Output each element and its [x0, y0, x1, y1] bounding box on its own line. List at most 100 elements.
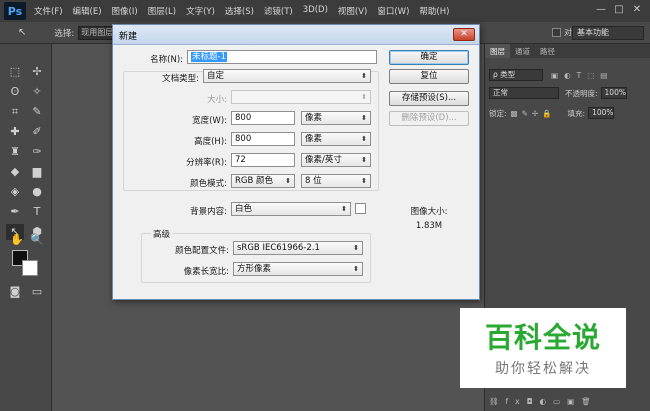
name-value: 未标题-1: [191, 52, 227, 62]
lock-row: 锁定: ▩✎✢🔒 填充: 100%: [489, 106, 615, 120]
layer-footer-icons[interactable]: ⛓fx◘◐▭▣🗑: [489, 394, 598, 408]
menu-edit[interactable]: 编辑(E): [73, 5, 102, 17]
window-controls: — □ ✕: [592, 3, 646, 17]
chevron-down-icon: ⬍: [361, 93, 367, 101]
healing-tool-icon[interactable]: ✚: [6, 124, 24, 140]
width-label: 宽度(W):: [192, 116, 227, 126]
height-label: 高度(H):: [194, 137, 227, 147]
menu-3d[interactable]: 3D(D): [303, 5, 328, 17]
height-input[interactable]: 800: [231, 132, 295, 146]
gradient-tool-icon[interactable]: ▆: [28, 164, 46, 180]
menu-help[interactable]: 帮助(H): [419, 5, 449, 17]
dodge-tool-icon[interactable]: ●: [28, 184, 46, 200]
color-mode-dropdown[interactable]: RGB 颜色 ⬍: [231, 174, 295, 188]
panel-tabs: 图层 通道 路径: [485, 44, 650, 58]
ok-button[interactable]: 确定: [389, 50, 469, 65]
background-color-swatch[interactable]: [22, 260, 38, 276]
close-app-button[interactable]: ✕: [628, 3, 646, 17]
chevron-down-icon: ⬍: [361, 156, 367, 164]
width-unit-dropdown[interactable]: 像素 ⬍: [301, 111, 371, 125]
menu-filter[interactable]: 滤镜(T): [264, 5, 293, 17]
menu-select[interactable]: 选择(S): [225, 5, 254, 17]
advanced-title: 高级: [151, 228, 173, 240]
pixel-aspect-label: 像素长宽比:: [183, 267, 229, 277]
height-unit-value: 像素: [305, 134, 323, 144]
blend-row: 正常 不透明度: 100%: [489, 86, 627, 100]
photoshop-logo: Ps: [4, 2, 26, 20]
move-arrow-tool-icon[interactable]: ✢: [28, 64, 46, 80]
zoom-tool-icon[interactable]: 🔍: [28, 232, 46, 248]
preset-dropdown[interactable]: 自定 ⬍: [203, 69, 371, 83]
tab-layers[interactable]: 图层: [485, 44, 510, 58]
blur-tool-icon[interactable]: ◈: [6, 184, 24, 200]
resolution-unit-dropdown[interactable]: 像素/英寸 ⬍: [301, 153, 371, 167]
resolution-label: 分辨率(R):: [186, 158, 227, 168]
tab-paths[interactable]: 路径: [535, 44, 560, 58]
screen-mode-icon[interactable]: ▭: [28, 284, 46, 300]
height-unit-dropdown[interactable]: 像素 ⬍: [301, 132, 371, 146]
background-color-preview[interactable]: [355, 203, 366, 214]
lasso-tool-icon[interactable]: ʘ: [6, 84, 24, 100]
chevron-down-icon: ⬍: [361, 72, 367, 80]
reset-button[interactable]: 复位: [389, 69, 469, 84]
menu-layer[interactable]: 图层(L): [148, 5, 176, 17]
dialog-close-button[interactable]: ✕: [453, 28, 475, 41]
width-input[interactable]: 800: [231, 111, 295, 125]
move-tool-icon[interactable]: ↖: [18, 27, 26, 38]
menu-view[interactable]: 视图(V): [338, 5, 367, 17]
chevron-down-icon: ⬍: [361, 114, 367, 122]
color-profile-dropdown[interactable]: sRGB IEC61966-2.1 ⬍: [233, 241, 363, 255]
marquee-tool-icon[interactable]: ⬚: [6, 64, 24, 80]
stamp-tool-icon[interactable]: ♜: [6, 144, 24, 160]
history-brush-tool-icon[interactable]: ✑: [28, 144, 46, 160]
preset-value: 自定: [207, 71, 225, 81]
name-label: 名称(N):: [150, 55, 183, 65]
restore-button[interactable]: □: [610, 3, 628, 17]
fill-label: 填充:: [567, 108, 586, 118]
save-preset-button[interactable]: 存储预设(S)...: [389, 91, 469, 106]
auto-select-label: 选择:: [54, 28, 75, 39]
tab-channels[interactable]: 通道: [510, 44, 535, 58]
menu-window[interactable]: 窗口(W): [377, 5, 409, 17]
layer-filter-icons[interactable]: ▣◐T⬚▤: [551, 71, 613, 80]
menu-list: 文件(F) 编辑(E) 图像(I) 图层(L) 文字(Y) 选择(S) 滤镜(T…: [34, 5, 459, 17]
pixel-aspect-dropdown[interactable]: 方形像素 ⬍: [233, 262, 363, 276]
watermark-title: 百科全说: [484, 321, 601, 354]
fill-field[interactable]: 100%: [588, 107, 615, 119]
dialog-titlebar[interactable]: 新建 ✕: [113, 25, 479, 45]
bit-depth-value: 8 位: [305, 176, 322, 186]
blend-mode-dropdown[interactable]: 正常: [489, 87, 559, 99]
menu-file[interactable]: 文件(F): [34, 5, 63, 17]
hand-tool-icon[interactable]: ✋: [8, 232, 26, 248]
options-checkbox-label: 对: [564, 28, 572, 37]
crop-tool-icon[interactable]: ⌗: [6, 104, 24, 120]
pixel-aspect-value: 方形像素: [237, 264, 272, 274]
lock-icons[interactable]: ▩✎✢🔒: [511, 109, 556, 118]
options-checkbox[interactable]: [552, 28, 561, 37]
opacity-field[interactable]: 100%: [600, 87, 627, 99]
minimize-button[interactable]: —: [592, 3, 610, 17]
workspace-dropdown[interactable]: 基本功能: [572, 26, 644, 40]
image-size-value: 1.83M: [415, 221, 443, 231]
eraser-tool-icon[interactable]: ◆: [6, 164, 24, 180]
pen-tool-icon[interactable]: ✒: [6, 204, 24, 220]
brush-tool-icon[interactable]: ✐: [28, 124, 46, 140]
name-input[interactable]: 未标题-1: [187, 50, 377, 64]
type-tool-icon[interactable]: T: [28, 204, 46, 220]
background-label: 背景内容:: [190, 207, 227, 217]
eyedropper-tool-icon[interactable]: ✎: [28, 104, 46, 120]
resolution-input[interactable]: 72: [231, 153, 295, 167]
bit-depth-dropdown[interactable]: 8 位 ⬍: [301, 174, 371, 188]
layer-kind-dropdown[interactable]: ρ 类型: [489, 69, 543, 81]
chevron-down-icon: ⬍: [353, 265, 359, 273]
chevron-down-icon: ⬍: [353, 244, 359, 252]
color-mode-value: RGB 颜色: [235, 176, 274, 186]
menu-type[interactable]: 文字(Y): [186, 5, 215, 17]
background-dropdown[interactable]: 白色 ⬍: [231, 202, 351, 216]
quick-mask-icon[interactable]: ◙: [6, 284, 24, 300]
preset-label: 文档类型:: [162, 74, 199, 84]
menu-image[interactable]: 图像(I): [112, 5, 138, 17]
watermark: 百科全说 助你轻松解决: [460, 308, 626, 388]
magic-wand-tool-icon[interactable]: ✧: [28, 84, 46, 100]
width-unit-value: 像素: [305, 113, 323, 123]
